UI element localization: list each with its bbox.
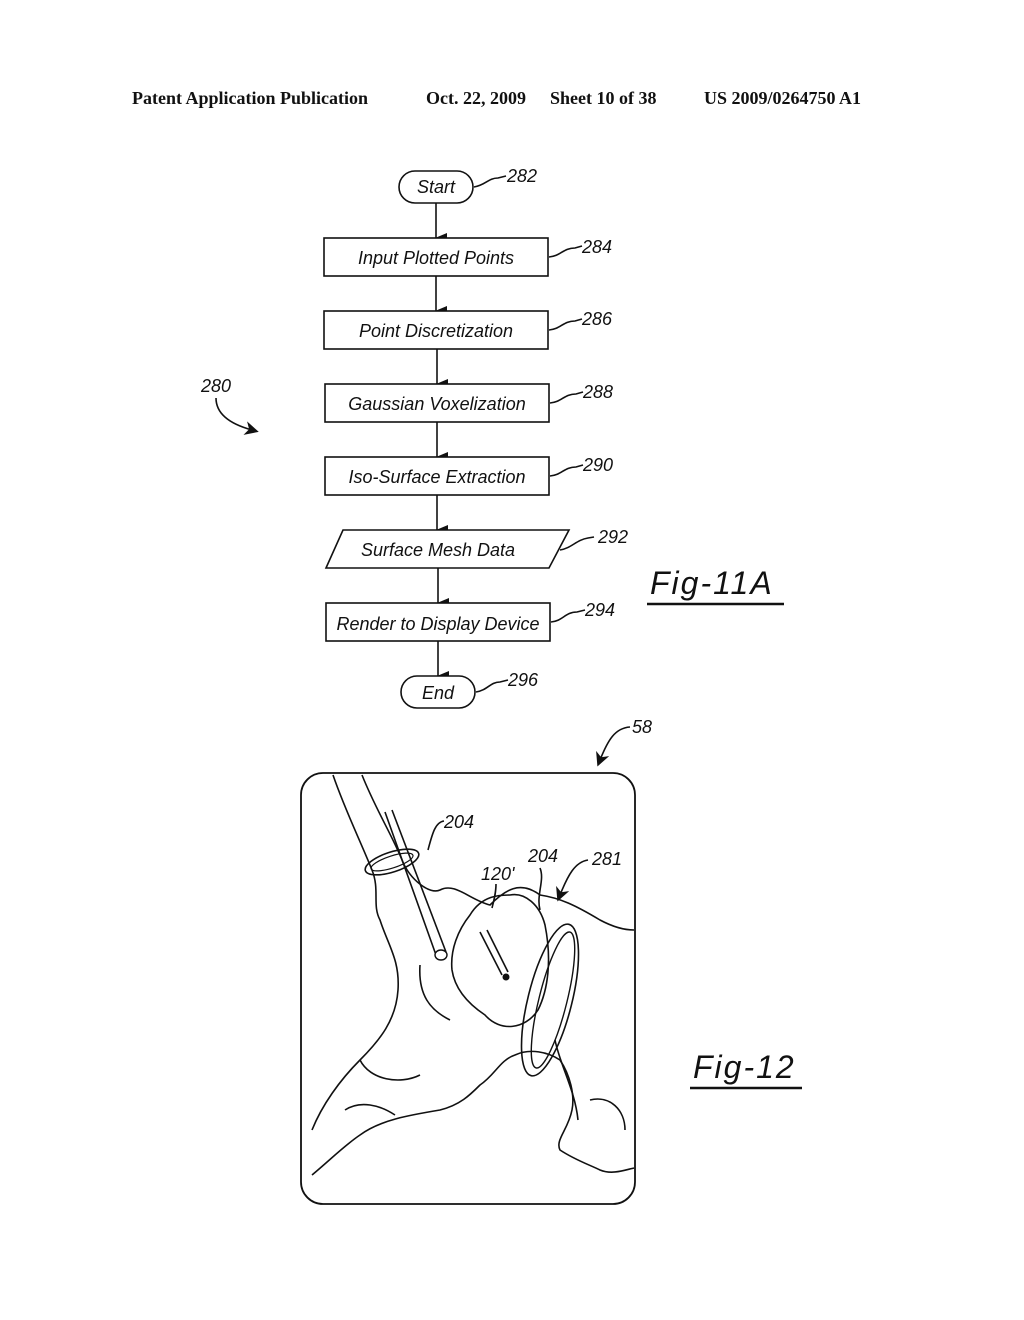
- ref-numeral: 292: [597, 527, 628, 547]
- leader-line: [473, 175, 507, 188]
- node-label: Input Plotted Points: [358, 248, 514, 268]
- ref-numeral: 290: [582, 455, 613, 475]
- flow-node-end: End: [400, 675, 476, 709]
- catheter-tip: [434, 949, 448, 961]
- figure-label-11a: Fig-11A: [650, 565, 774, 601]
- ref-arrow-icon: [215, 397, 259, 435]
- ref-numeral-surface: 281: [591, 849, 622, 869]
- leader-line: [549, 464, 584, 477]
- ref-numeral-ring-lower: 204: [527, 846, 558, 866]
- catheter-120-tip: [502, 973, 510, 981]
- ref-numeral-catheter: 120': [481, 864, 515, 884]
- leader-line: [548, 245, 583, 258]
- leader-line: [549, 391, 584, 404]
- node-label: Point Discretization: [359, 321, 513, 341]
- flow-node-start: Start: [398, 170, 474, 204]
- ref-numeral-display: 58: [632, 717, 652, 737]
- anatomy-display: 58 204 120' 204 281 Fig-12: [300, 717, 802, 1205]
- node-label: Gaussian Voxelization: [348, 394, 525, 414]
- node-label: Render to Display Device: [336, 614, 539, 634]
- figure-label-12: Fig-12: [693, 1049, 796, 1085]
- ref-arrow-icon: [596, 726, 631, 767]
- node-label: Surface Mesh Data: [361, 540, 515, 560]
- ref-numeral: 288: [582, 382, 613, 402]
- leader-line: [550, 609, 586, 623]
- ref-numeral: 286: [581, 309, 613, 329]
- node-label: Start: [417, 177, 456, 197]
- node-label: Iso-Surface Extraction: [348, 467, 525, 487]
- flowchart: Start 282 Input Plotted Points 284 Point…: [200, 166, 784, 709]
- ref-numeral: 294: [584, 600, 615, 620]
- flowchart-ref-numeral: 280: [200, 376, 231, 396]
- ref-numeral-ring-upper: 204: [443, 812, 474, 832]
- flow-node-mesh-data: Surface Mesh Data: [324, 529, 571, 569]
- ref-numeral: 282: [506, 166, 537, 186]
- leader-line: [548, 318, 583, 331]
- ref-numeral: 296: [507, 670, 539, 690]
- flow-node-discretization: Point Discretization: [323, 310, 549, 350]
- leader-line: [475, 679, 509, 693]
- flow-node-voxelization: Gaussian Voxelization: [324, 383, 550, 423]
- flow-node-input: Input Plotted Points: [323, 237, 549, 277]
- display-frame: [300, 772, 636, 1205]
- node-label: End: [422, 683, 455, 703]
- flow-node-render: Render to Display Device: [325, 602, 551, 642]
- patent-drawing: Start 282 Input Plotted Points 284 Point…: [200, 166, 802, 1205]
- ref-numeral: 284: [581, 237, 612, 257]
- flow-node-isosurface: Iso-Surface Extraction: [324, 456, 550, 496]
